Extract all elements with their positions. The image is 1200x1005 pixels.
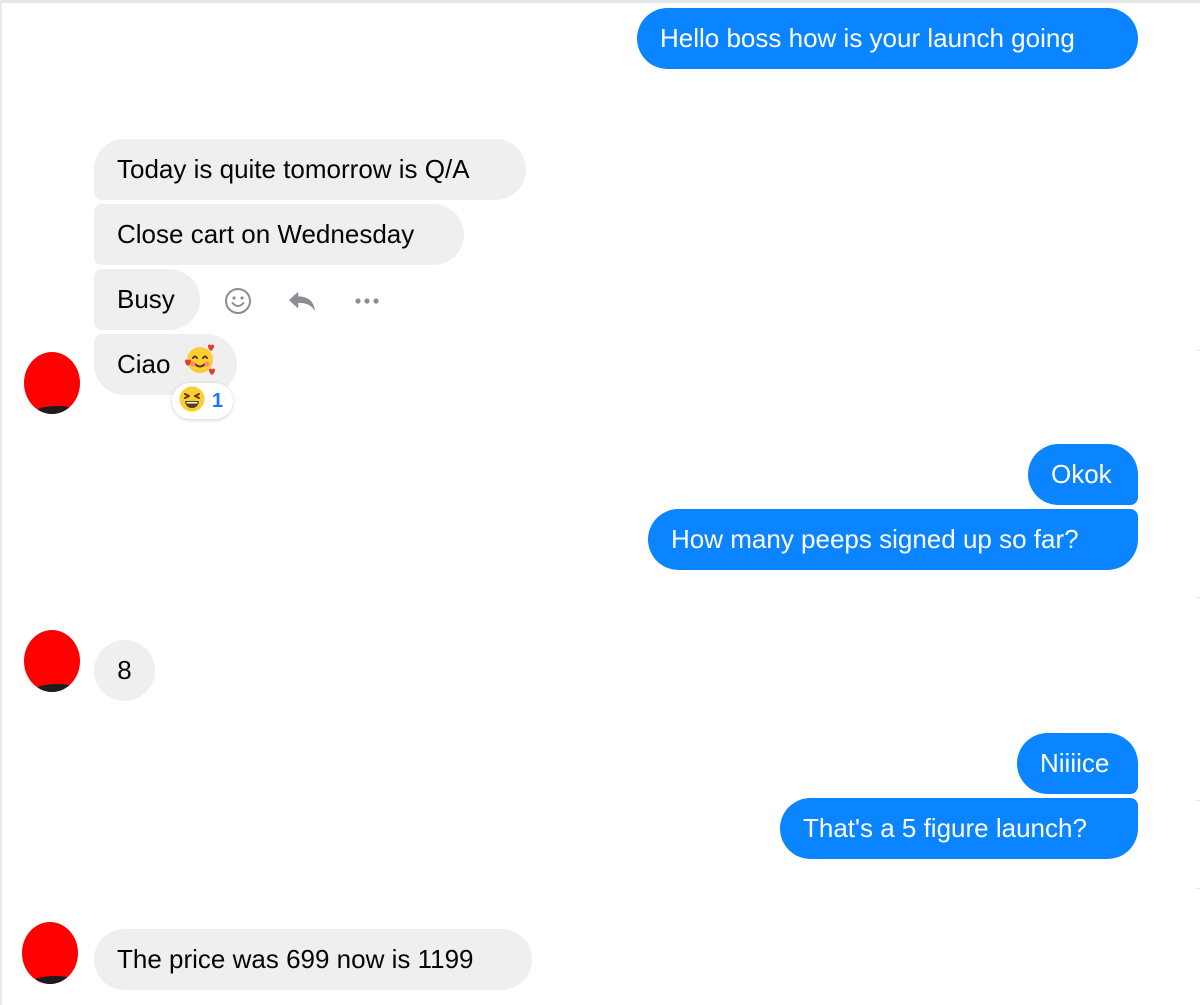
more-icon[interactable] (352, 286, 382, 316)
outgoing-message[interactable]: Niiiice (1017, 733, 1138, 794)
incoming-message[interactable]: Busy (94, 269, 200, 330)
message-text: Niiiice (1040, 748, 1110, 778)
message-text: Close cart on Wednesday (117, 219, 415, 249)
avatar[interactable] (24, 630, 80, 692)
message-text: Okok (1051, 459, 1112, 489)
message-text: How many peeps signed up so far? (671, 524, 1079, 554)
window-top-border (0, 0, 1200, 3)
divider-tick (1196, 350, 1200, 351)
message-text: Ciao (117, 349, 171, 379)
avatar[interactable] (22, 922, 78, 984)
reply-icon[interactable] (287, 286, 317, 316)
outgoing-message[interactable]: How many peeps signed up so far? (648, 509, 1138, 570)
outgoing-message[interactable]: That's a 5 figure launch? (780, 798, 1138, 859)
divider-tick (1196, 888, 1200, 889)
smiley-icon[interactable] (223, 286, 253, 316)
outgoing-message[interactable]: Hello boss how is your launch going (637, 8, 1138, 69)
message-text: The price was 699 now is 1199 (117, 944, 474, 974)
message-text: Busy (117, 284, 175, 314)
outgoing-message[interactable]: Okok (1028, 444, 1138, 505)
reaction-count: 1 (212, 389, 224, 412)
divider-tick (1196, 800, 1200, 801)
message-text: Today is quite tomorrow is Q/A (117, 154, 470, 184)
grinning-squinting-face-icon (178, 385, 206, 418)
message-reaction[interactable]: 1 (172, 383, 234, 419)
incoming-message[interactable]: Close cart on Wednesday (94, 204, 464, 265)
incoming-message[interactable]: Today is quite tomorrow is Q/A (94, 139, 526, 200)
message-text: That's a 5 figure launch? (803, 813, 1087, 843)
window-left-border (0, 0, 2, 1005)
avatar[interactable] (24, 352, 80, 414)
message-text: Hello boss how is your launch going (660, 23, 1075, 53)
divider-tick (1196, 597, 1200, 598)
incoming-message[interactable]: 8 (94, 640, 155, 701)
message-text: 8 (117, 655, 132, 685)
incoming-message[interactable]: The price was 699 now is 1199 (94, 929, 532, 990)
